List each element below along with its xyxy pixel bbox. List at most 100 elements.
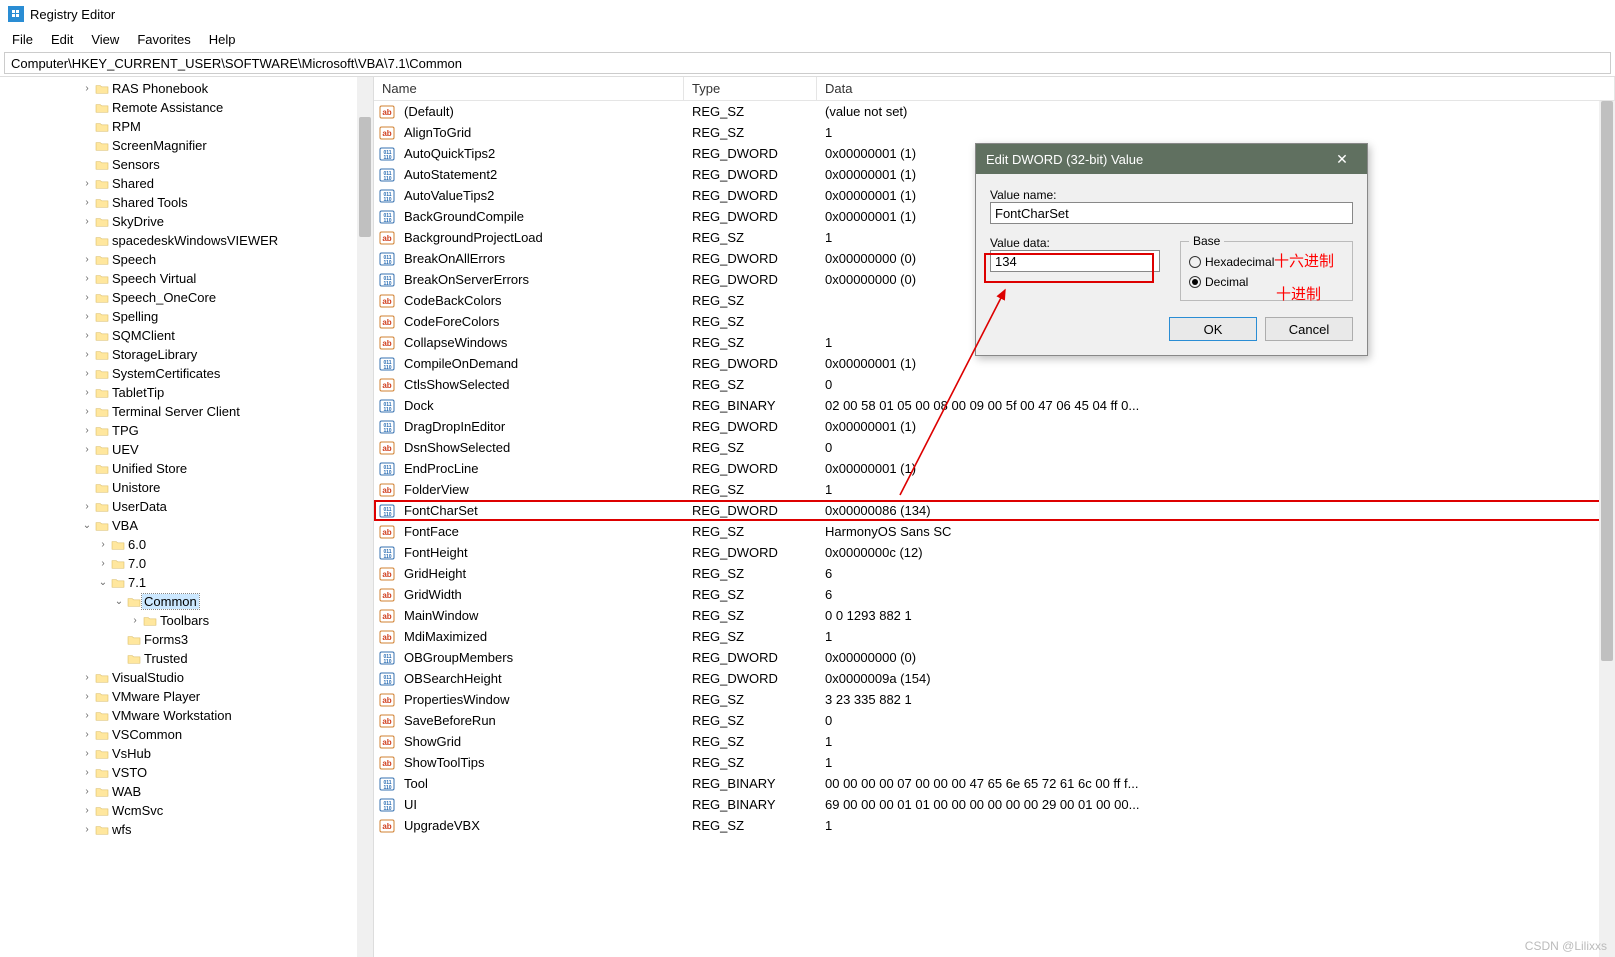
- list-row[interactable]: EndProcLineREG_DWORD0x00000001 (1): [374, 458, 1615, 479]
- tree-label: VMware Workstation: [110, 708, 234, 723]
- tree-item[interactable]: Unistore: [0, 478, 373, 497]
- tree-item[interactable]: Remote Assistance: [0, 98, 373, 117]
- tree-item[interactable]: ›SQMClient: [0, 326, 373, 345]
- menu-file[interactable]: File: [4, 30, 41, 49]
- tree-item[interactable]: ›VSTO: [0, 763, 373, 782]
- tree-item[interactable]: spacedeskWindowsVIEWER: [0, 231, 373, 250]
- tree-item[interactable]: ›UEV: [0, 440, 373, 459]
- list-row[interactable]: UpgradeVBXREG_SZ1: [374, 815, 1615, 836]
- menu-favorites[interactable]: Favorites: [129, 30, 198, 49]
- cancel-button[interactable]: Cancel: [1265, 317, 1353, 341]
- list-row[interactable]: CtlsShowSelectedREG_SZ0: [374, 374, 1615, 395]
- list-row[interactable]: GridWidthREG_SZ6: [374, 584, 1615, 605]
- list-row[interactable]: FontHeightREG_DWORD0x0000000c (12): [374, 542, 1615, 563]
- cell-name: GridWidth: [396, 587, 684, 602]
- tree-item[interactable]: ›wfs: [0, 820, 373, 839]
- tree-item[interactable]: ›7.0: [0, 554, 373, 573]
- tree-item[interactable]: ⌄Common: [0, 592, 373, 611]
- tree-item[interactable]: ⌄7.1: [0, 573, 373, 592]
- list-row[interactable]: ShowGridREG_SZ1: [374, 731, 1615, 752]
- tree-item[interactable]: ›VMware Workstation: [0, 706, 373, 725]
- value-data-input[interactable]: [990, 250, 1160, 272]
- tree-item[interactable]: ›TabletTip: [0, 383, 373, 402]
- radio-dec[interactable]: Decimal: [1189, 272, 1344, 292]
- tree-item[interactable]: ›Shared: [0, 174, 373, 193]
- tree-item[interactable]: ›StorageLibrary: [0, 345, 373, 364]
- value-icon: [378, 545, 396, 561]
- tree-item[interactable]: ›Speech Virtual: [0, 269, 373, 288]
- list-row[interactable]: (Default)REG_SZ(value not set): [374, 101, 1615, 122]
- list-row[interactable]: OBSearchHeightREG_DWORD0x0000009a (154): [374, 668, 1615, 689]
- list-row[interactable]: UIREG_BINARY69 00 00 00 01 01 00 00 00 0…: [374, 794, 1615, 815]
- chevron-icon: ›: [80, 672, 94, 683]
- tree-item[interactable]: ›WAB: [0, 782, 373, 801]
- list-row[interactable]: MainWindowREG_SZ0 0 1293 882 1: [374, 605, 1615, 626]
- col-name[interactable]: Name: [374, 77, 684, 100]
- tree-item[interactable]: RPM: [0, 117, 373, 136]
- tree-item[interactable]: Unified Store: [0, 459, 373, 478]
- list-row[interactable]: ToolREG_BINARY00 00 00 00 07 00 00 00 47…: [374, 773, 1615, 794]
- menu-view[interactable]: View: [83, 30, 127, 49]
- cell-type: REG_BINARY: [684, 776, 817, 791]
- folder-icon: [94, 443, 110, 457]
- col-type[interactable]: Type: [684, 77, 817, 100]
- cell-type: REG_BINARY: [684, 797, 817, 812]
- tree-item[interactable]: ›6.0: [0, 535, 373, 554]
- list-row[interactable]: DsnShowSelectedREG_SZ0: [374, 437, 1615, 458]
- list-row[interactable]: DockREG_BINARY02 00 58 01 05 00 08 00 09…: [374, 395, 1615, 416]
- ok-button[interactable]: OK: [1169, 317, 1257, 341]
- tree-item[interactable]: ›VSCommon: [0, 725, 373, 744]
- list-header: Name Type Data: [374, 77, 1615, 101]
- tree-label: Common: [142, 594, 199, 609]
- list-row[interactable]: FontCharSetREG_DWORD0x00000086 (134): [374, 500, 1615, 521]
- list-row[interactable]: FolderViewREG_SZ1: [374, 479, 1615, 500]
- tree-item[interactable]: ›VsHub: [0, 744, 373, 763]
- tree-item[interactable]: ›UserData: [0, 497, 373, 516]
- dialog-titlebar[interactable]: Edit DWORD (32-bit) Value ✕: [976, 144, 1367, 174]
- tree-item[interactable]: Forms3: [0, 630, 373, 649]
- list-scrollbar[interactable]: [1599, 101, 1615, 957]
- folder-icon: [94, 139, 110, 153]
- tree-item[interactable]: ›WcmSvc: [0, 801, 373, 820]
- cell-name: EndProcLine: [396, 461, 684, 476]
- tree-scrollbar[interactable]: [357, 77, 373, 957]
- tree-label: Unistore: [110, 480, 162, 495]
- col-data[interactable]: Data: [817, 77, 1615, 100]
- folder-icon: [94, 709, 110, 723]
- tree-item[interactable]: Trusted: [0, 649, 373, 668]
- tree-item[interactable]: ›SkyDrive: [0, 212, 373, 231]
- list-row[interactable]: AlignToGridREG_SZ1: [374, 122, 1615, 143]
- folder-icon: [94, 177, 110, 191]
- list-row[interactable]: PropertiesWindowREG_SZ3 23 335 882 1: [374, 689, 1615, 710]
- tree-item[interactable]: ›Shared Tools: [0, 193, 373, 212]
- tree-item[interactable]: ›TPG: [0, 421, 373, 440]
- tree-item[interactable]: ›RAS Phonebook: [0, 79, 373, 98]
- list-row[interactable]: OBGroupMembersREG_DWORD0x00000000 (0): [374, 647, 1615, 668]
- address-bar[interactable]: Computer\HKEY_CURRENT_USER\SOFTWARE\Micr…: [4, 52, 1611, 74]
- tree-item[interactable]: ›Speech: [0, 250, 373, 269]
- tree-item[interactable]: ⌄VBA: [0, 516, 373, 535]
- tree-item[interactable]: ›VisualStudio: [0, 668, 373, 687]
- radio-hex[interactable]: Hexadecimal: [1189, 252, 1344, 272]
- menu-help[interactable]: Help: [201, 30, 244, 49]
- menu-edit[interactable]: Edit: [43, 30, 81, 49]
- tree-item[interactable]: ›SystemCertificates: [0, 364, 373, 383]
- list-row[interactable]: GridHeightREG_SZ6: [374, 563, 1615, 584]
- tree-item[interactable]: ›Speech_OneCore: [0, 288, 373, 307]
- tree-item[interactable]: ›Spelling: [0, 307, 373, 326]
- tree-item[interactable]: ScreenMagnifier: [0, 136, 373, 155]
- chevron-icon: ⌄: [80, 520, 94, 531]
- close-icon[interactable]: ✕: [1327, 151, 1357, 168]
- list-row[interactable]: DragDropInEditorREG_DWORD0x00000001 (1): [374, 416, 1615, 437]
- cell-type: REG_DWORD: [684, 545, 817, 560]
- value-name-input[interactable]: [990, 202, 1353, 224]
- list-row[interactable]: SaveBeforeRunREG_SZ0: [374, 710, 1615, 731]
- list-row[interactable]: MdiMaximizedREG_SZ1: [374, 626, 1615, 647]
- tree-item[interactable]: ›VMware Player: [0, 687, 373, 706]
- tree-item[interactable]: ›Terminal Server Client: [0, 402, 373, 421]
- tree-item[interactable]: ›Toolbars: [0, 611, 373, 630]
- list-row[interactable]: FontFaceREG_SZHarmonyOS Sans SC: [374, 521, 1615, 542]
- list-row[interactable]: ShowToolTipsREG_SZ1: [374, 752, 1615, 773]
- list-row[interactable]: CompileOnDemandREG_DWORD0x00000001 (1): [374, 353, 1615, 374]
- tree-item[interactable]: Sensors: [0, 155, 373, 174]
